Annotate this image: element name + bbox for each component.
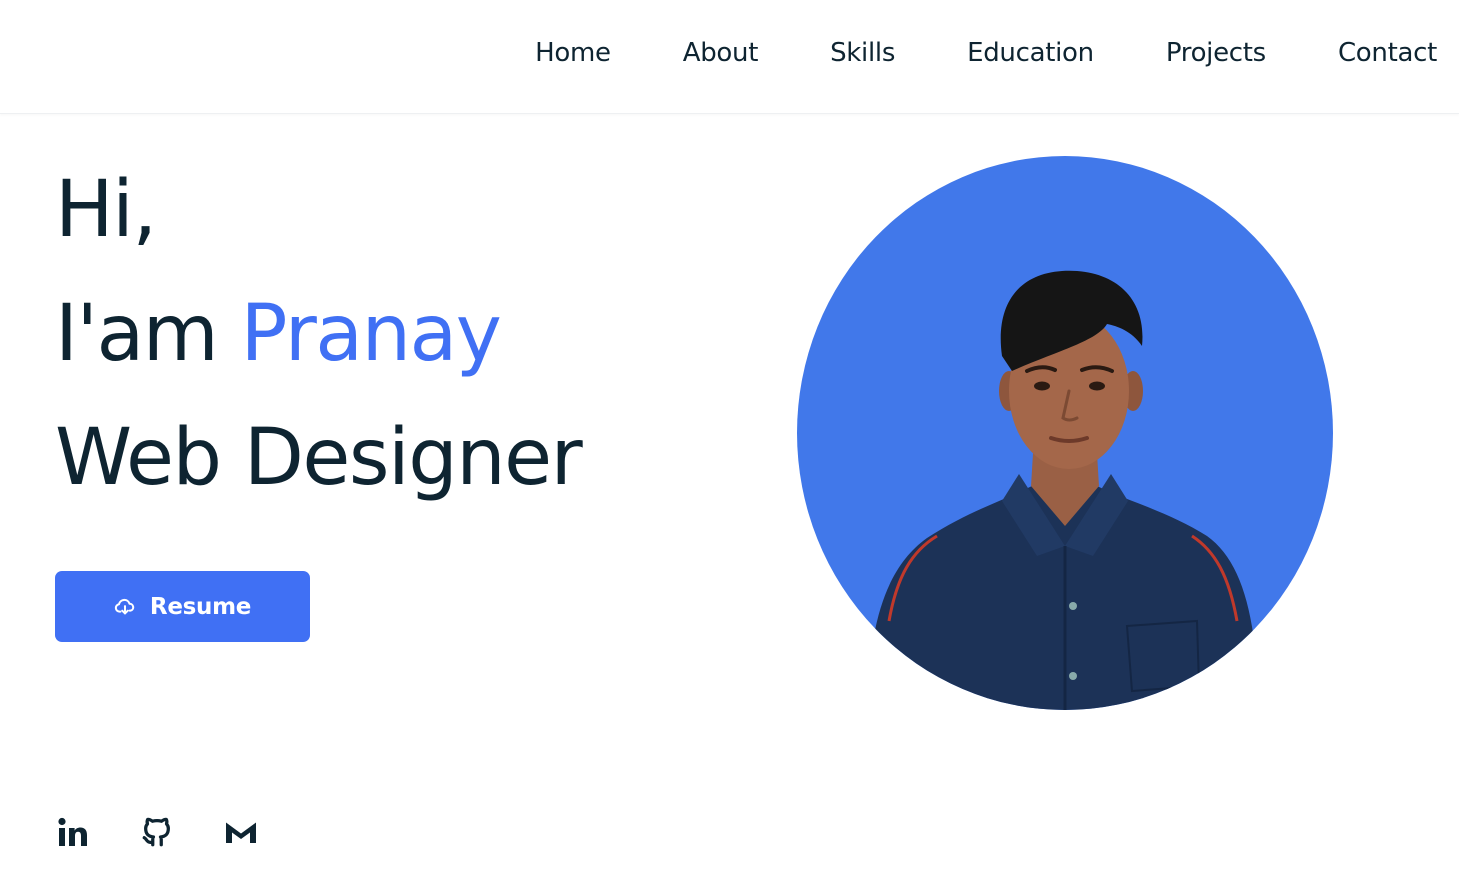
resume-button-label: Resume — [149, 593, 252, 620]
main-nav: Home About Skills Education Projects Con… — [535, 0, 1437, 106]
hero-greeting: Hi, — [55, 165, 157, 255]
github-icon — [142, 817, 170, 847]
header: Home About Skills Education Projects Con… — [0, 0, 1459, 114]
nav-projects[interactable]: Projects — [1166, 38, 1266, 68]
nav-education[interactable]: Education — [967, 38, 1094, 68]
hero-intro-prefix: I'am — [55, 289, 241, 379]
nav-contact[interactable]: Contact — [1338, 38, 1437, 68]
profile-portrait — [867, 270, 1259, 710]
nav-skills[interactable]: Skills — [830, 38, 895, 68]
hero-name: Pranay — [240, 289, 502, 379]
cloud-download-icon — [114, 596, 136, 618]
github-link[interactable] — [139, 812, 175, 852]
profile-photo — [797, 156, 1333, 710]
hero-role: Web Designer — [55, 413, 583, 503]
hero-intro: I'am Pranay — [55, 272, 581, 396]
resume-button[interactable]: Resume — [55, 571, 310, 642]
linkedin-link[interactable] — [55, 812, 91, 852]
nav-home[interactable]: Home — [535, 38, 611, 68]
social-links — [55, 812, 307, 852]
gmail-icon — [226, 822, 256, 843]
linkedin-icon — [58, 817, 87, 846]
gmail-link[interactable] — [223, 812, 259, 852]
hero-heading: Hi, I'am Pranay Web Designer — [55, 148, 583, 520]
nav-about[interactable]: About — [683, 38, 759, 68]
